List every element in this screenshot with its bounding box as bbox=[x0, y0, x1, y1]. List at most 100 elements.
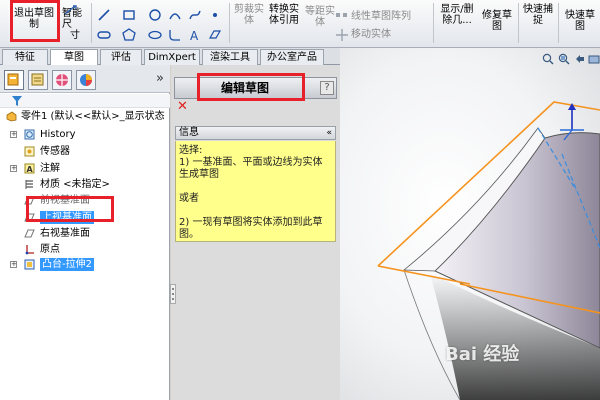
pane-expand-button[interactable]: » bbox=[156, 71, 164, 86]
rapid-sketch-label-2: 图 bbox=[575, 21, 585, 32]
expand-toggle[interactable]: + bbox=[10, 165, 17, 172]
exit-sketch-label-1: 退出草图 bbox=[14, 8, 54, 19]
smart-dimension-icon bbox=[64, 5, 77, 15]
tree-filter-row bbox=[0, 94, 170, 108]
tree-item-history[interactable]: + History bbox=[0, 128, 170, 141]
display-delete-relations-button[interactable]: 显示/删 除几... bbox=[436, 4, 478, 40]
ribbon-separator bbox=[433, 3, 434, 43]
filter-icon[interactable] bbox=[12, 96, 22, 106]
plane-sketch-icon[interactable] bbox=[208, 28, 222, 42]
display-manager-tab[interactable] bbox=[76, 70, 96, 90]
tree-item-sensors[interactable]: 传感器 bbox=[0, 145, 170, 158]
property-manager-panel: 编辑草图 ? ✕ 信息 « 选择: 1) 一基准面、平面或边线为实体生成草图 或… bbox=[171, 65, 340, 400]
info-header-label: 信息 bbox=[179, 127, 199, 138]
splitter-grip-icon bbox=[172, 288, 174, 300]
exit-sketch-label-2: 制 bbox=[29, 19, 39, 30]
tree-item-top-plane[interactable]: 上视基准面 bbox=[0, 211, 170, 224]
polygon-icon[interactable] bbox=[122, 28, 136, 42]
tree-item-part[interactable]: 零件1 (默认<<默认>_显示状态 bbox=[0, 110, 170, 123]
ellipse-icon[interactable] bbox=[148, 28, 162, 42]
tree-item-origin[interactable]: 原点 bbox=[0, 243, 170, 256]
repair-sketch-label-1: 修复草 bbox=[482, 10, 512, 21]
info-section-header[interactable]: 信息 « bbox=[175, 126, 336, 140]
smart-dimension-button[interactable]: 智能尺 寸 bbox=[60, 2, 90, 42]
plane-icon bbox=[24, 213, 35, 222]
quick-snaps-button[interactable]: 快速捕 捉 bbox=[522, 4, 554, 40]
tab-office-products[interactable]: 办公室产品 bbox=[260, 49, 324, 65]
linear-pattern-icon[interactable] bbox=[335, 10, 349, 24]
help-button[interactable]: ? bbox=[320, 81, 334, 95]
collapse-icon[interactable]: « bbox=[326, 127, 332, 139]
exit-sketch-button[interactable]: 退出草图 制 bbox=[8, 2, 60, 42]
svg-text:A: A bbox=[27, 165, 34, 174]
tree-item-annotations[interactable]: + A 注解 bbox=[0, 162, 170, 175]
feature-manager-tab[interactable] bbox=[4, 70, 24, 90]
slot-icon[interactable] bbox=[97, 28, 111, 42]
sketch-text-icon[interactable]: A bbox=[188, 28, 202, 42]
move-entities-label[interactable]: 移动实体 bbox=[351, 29, 391, 41]
pane-tabs: » bbox=[0, 65, 170, 93]
fillet-icon[interactable] bbox=[168, 28, 182, 42]
configuration-icon bbox=[56, 74, 68, 86]
info-line: 1) 一基准面、平面或边线为实体生成草图 bbox=[179, 157, 323, 180]
plane-icon bbox=[24, 229, 35, 238]
expand-toggle[interactable]: + bbox=[10, 131, 17, 138]
repair-sketch-button[interactable]: 修复草 图 bbox=[480, 10, 514, 40]
convert-label-2: 体引用 bbox=[269, 15, 299, 26]
quick-snaps-label-1: 快速捕 bbox=[523, 4, 553, 15]
tree-item-label: History bbox=[40, 129, 76, 140]
smart-dimension-label-2: 寸 bbox=[70, 30, 80, 41]
info-line: 选择: bbox=[179, 145, 203, 156]
linear-pattern-label[interactable]: 线性草图阵列 bbox=[351, 11, 411, 23]
info-line: 2) 一现有草图将实体添加到此草图。 bbox=[179, 217, 323, 240]
convert-entities-button[interactable]: 转换实 体引用 bbox=[266, 4, 302, 40]
tree-item-front-plane[interactable]: 前视基准面 bbox=[0, 194, 170, 207]
origin-icon bbox=[25, 245, 34, 255]
tab-dimxpert[interactable]: DimXpert bbox=[144, 49, 200, 65]
trim-label-1: 剪裁实 bbox=[234, 4, 264, 15]
expand-toggle[interactable]: + bbox=[10, 261, 17, 268]
display-manager-icon bbox=[80, 74, 92, 86]
display-delete-label-1: 显示/删 bbox=[440, 4, 474, 15]
watermark: Bai 经验 bbox=[445, 344, 520, 365]
quick-snaps-label-2: 捉 bbox=[533, 15, 543, 26]
tree-item-material[interactable]: 材质 <未指定> bbox=[0, 178, 170, 191]
tree-item-label: 原点 bbox=[40, 244, 60, 255]
close-icon[interactable]: ✕ bbox=[177, 100, 189, 113]
arc-icon[interactable] bbox=[168, 8, 182, 22]
pane-splitter-handle[interactable] bbox=[170, 284, 176, 304]
tab-render-tools[interactable]: 渲染工具 bbox=[202, 49, 258, 65]
tree-item-label: 材质 <未指定> bbox=[40, 179, 110, 190]
tree-item-label: 零件1 (默认<<默认>_显示状态 bbox=[21, 111, 165, 122]
trim-entities-button[interactable]: 剪裁实 体 bbox=[232, 4, 266, 40]
spline-icon[interactable] bbox=[188, 8, 202, 22]
svg-text:A: A bbox=[190, 29, 199, 42]
sensor-icon bbox=[24, 146, 35, 157]
line-icon[interactable] bbox=[97, 8, 111, 22]
ribbon-separator bbox=[91, 3, 92, 43]
pm-title-bar: 编辑草图 ? bbox=[174, 77, 337, 99]
material-icon bbox=[25, 180, 33, 189]
display-delete-label-2: 除几... bbox=[442, 15, 472, 26]
info-message-box: 选择: 1) 一基准面、平面或边线为实体生成草图 或者 2) 一现有草图将实体添… bbox=[175, 141, 336, 242]
tab-features[interactable]: 特征 bbox=[2, 49, 48, 65]
tab-sketch[interactable]: 草图 bbox=[50, 49, 98, 66]
tree-item-right-plane[interactable]: 右视基准面 bbox=[0, 227, 170, 240]
tree-item-label: 传感器 bbox=[40, 146, 70, 157]
command-manager-ribbon: 退出草图 制 智能尺 寸 A 剪裁实 体 转换实 体引用 等距实 体 线性草图阵… bbox=[0, 0, 600, 48]
configuration-manager-tab[interactable] bbox=[52, 70, 72, 90]
plane-icon bbox=[24, 196, 35, 205]
trim-label-2: 体 bbox=[244, 15, 254, 26]
tab-evaluate[interactable]: 评估 bbox=[100, 49, 142, 65]
offset-label-2: 体 bbox=[315, 17, 325, 28]
annotation-icon: A bbox=[24, 163, 35, 174]
circle-icon[interactable] bbox=[148, 8, 162, 22]
point-icon[interactable] bbox=[208, 8, 222, 22]
property-manager-tab[interactable] bbox=[28, 70, 48, 90]
move-entities-icon[interactable] bbox=[335, 28, 349, 42]
tree-item-boss-extrude[interactable]: + 凸台-拉伸2 bbox=[0, 258, 170, 271]
rectangle-icon[interactable] bbox=[122, 8, 136, 22]
offset-entities-button[interactable]: 等距实 体 bbox=[302, 6, 338, 40]
extrude-icon bbox=[24, 259, 35, 270]
rapid-sketch-button[interactable]: 快速草 图 bbox=[562, 10, 598, 40]
